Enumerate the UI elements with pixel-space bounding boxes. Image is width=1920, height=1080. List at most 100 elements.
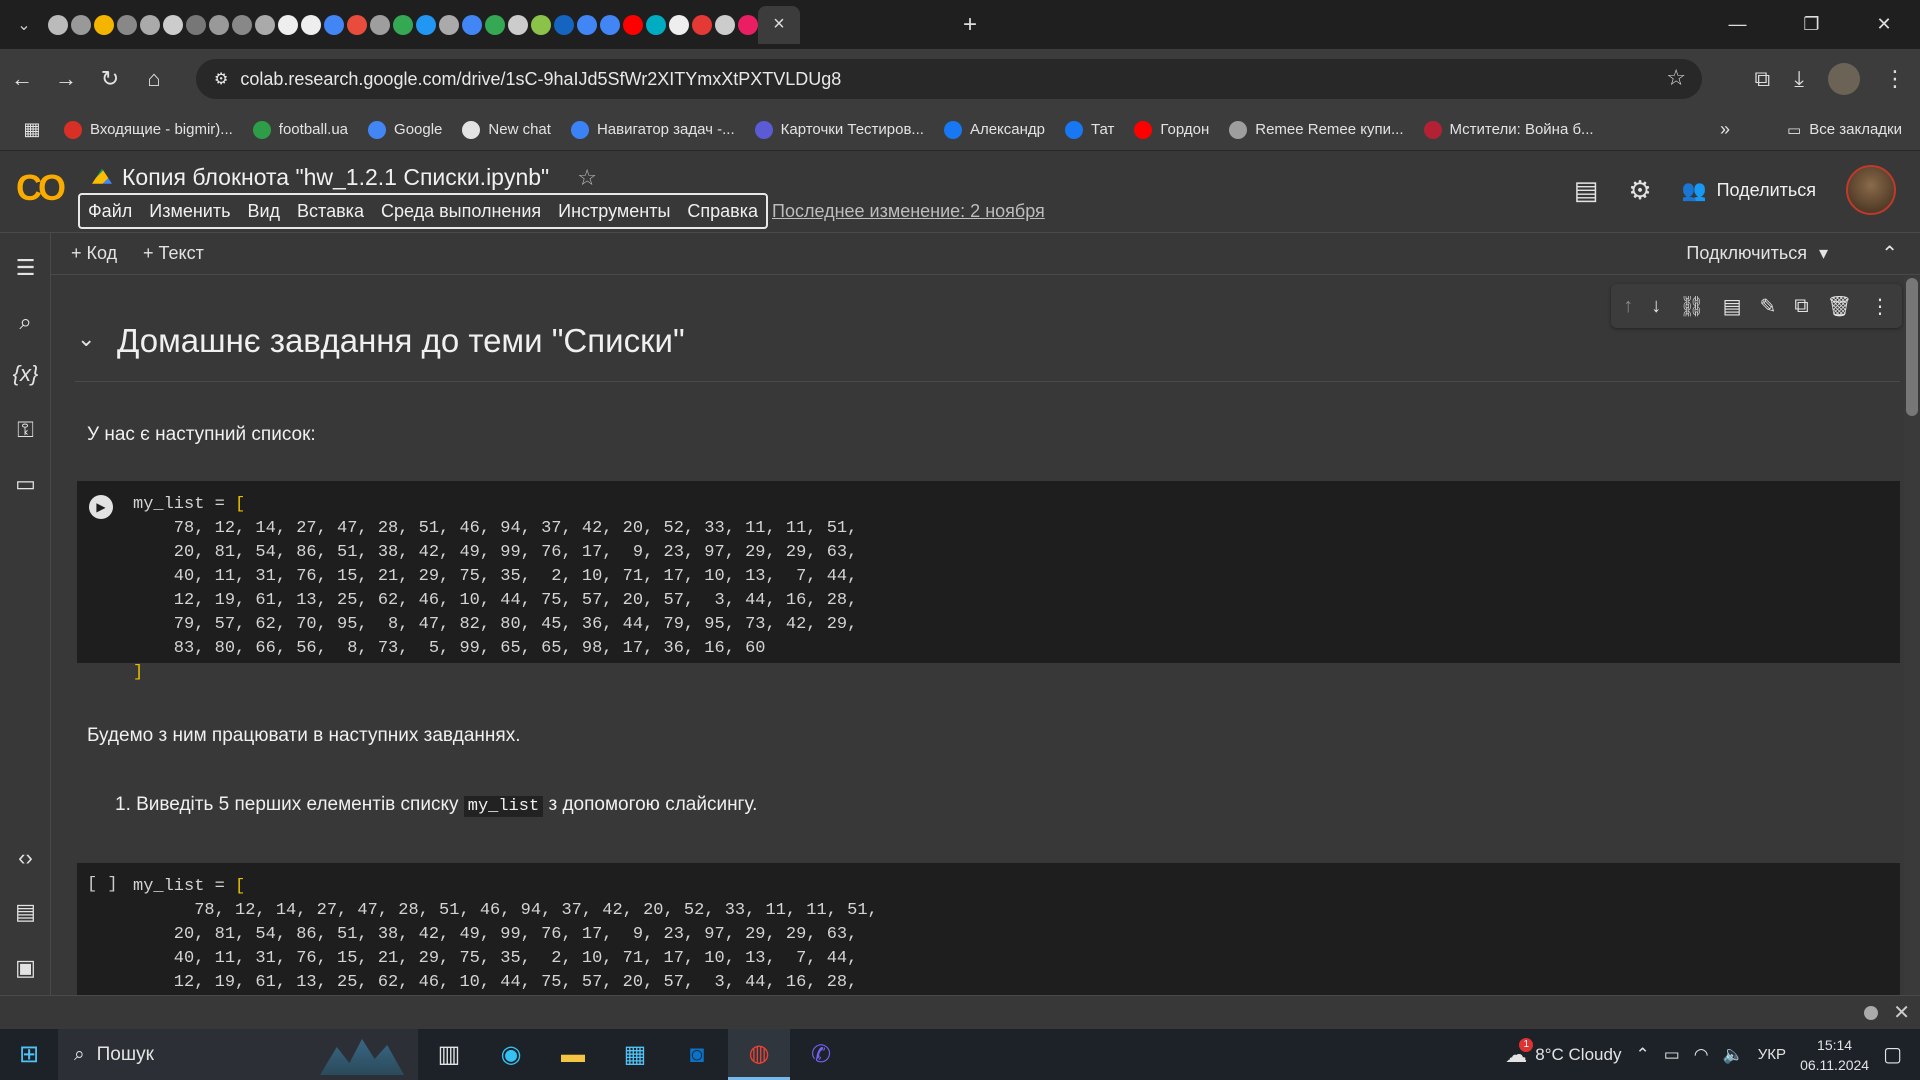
active-tab[interactable]: × bbox=[758, 5, 800, 44]
tray-chevron-icon[interactable]: ⌃ bbox=[1635, 1045, 1649, 1065]
menu-item[interactable]: Среда выполнения bbox=[381, 201, 541, 222]
bookmark-item[interactable]: Гордон bbox=[1134, 120, 1209, 139]
share-button[interactable]: 👥 Поделиться bbox=[1682, 178, 1816, 203]
site-info-icon[interactable]: ⚙ bbox=[214, 69, 228, 89]
command-palette-icon[interactable]: ▤ bbox=[0, 899, 51, 925]
menu-item[interactable]: Вид bbox=[247, 201, 280, 222]
table-of-contents-icon[interactable]: ☰ bbox=[0, 255, 51, 281]
pinned-tab-favicon-icon[interactable] bbox=[646, 14, 666, 35]
volume-icon[interactable]: 🔈 bbox=[1723, 1045, 1744, 1065]
code-cell-2-source[interactable]: my_list = [ 78, 12, 14, 27, 47, 28, 51, … bbox=[133, 875, 878, 995]
clock[interactable]: 15:14 06.11.2024 bbox=[1800, 1035, 1869, 1075]
profile-avatar[interactable] bbox=[1828, 63, 1860, 95]
close-window-icon[interactable]: ✕ bbox=[1876, 14, 1891, 35]
pinned-tab-favicon-icon[interactable] bbox=[94, 14, 114, 35]
code-cell-1[interactable]: ▶ my_list = [ 78, 12, 14, 27, 47, 28, 51… bbox=[77, 481, 1900, 682]
pinned-tab-favicon-icon[interactable] bbox=[209, 14, 229, 35]
pinned-tab-favicon-icon[interactable] bbox=[393, 14, 413, 35]
chrome-icon[interactable]: ◍ bbox=[728, 1029, 790, 1080]
notifications-icon[interactable]: ▢ bbox=[1883, 1042, 1902, 1067]
heading-cell[interactable]: ⌄ Домашнє завдання до теми "Списки" bbox=[75, 308, 1900, 382]
status-dot-icon[interactable] bbox=[1864, 1006, 1878, 1020]
pinned-tab-favicon-icon[interactable] bbox=[186, 14, 206, 35]
pinned-tab-favicon-icon[interactable] bbox=[600, 14, 620, 35]
tab-close-icon[interactable]: × bbox=[773, 13, 785, 36]
battery-icon[interactable]: ▭ bbox=[1664, 1045, 1680, 1065]
collapse-header-icon[interactable]: ⌃ bbox=[1881, 241, 1898, 266]
bookmark-item[interactable]: Мстители: Война б... bbox=[1423, 120, 1594, 139]
bookmark-item[interactable]: Навигатор задач -... bbox=[570, 120, 735, 139]
bookmark-item[interactable]: football.ua bbox=[252, 120, 348, 139]
menu-item[interactable]: Изменить bbox=[149, 201, 230, 222]
colab-logo[interactable]: CO bbox=[16, 167, 66, 209]
menu-item[interactable]: Файл bbox=[88, 201, 132, 222]
viber-icon[interactable]: ✆ bbox=[790, 1029, 852, 1080]
code-cell-1-source[interactable]: my_list = [ 78, 12, 14, 27, 47, 28, 51, … bbox=[133, 493, 857, 685]
pinned-tab-favicon-icon[interactable] bbox=[255, 14, 275, 35]
terminal-icon[interactable]: ▣ bbox=[0, 955, 51, 981]
pinned-tab-favicon-icon[interactable] bbox=[692, 14, 712, 35]
pinned-tab-favicon-icon[interactable] bbox=[416, 14, 436, 35]
account-avatar[interactable] bbox=[1846, 165, 1896, 215]
pinned-tab-favicon-icon[interactable] bbox=[508, 14, 528, 35]
pinned-tab-favicon-icon[interactable] bbox=[577, 14, 597, 35]
pinned-tab-favicon-icon[interactable] bbox=[462, 14, 482, 35]
run-cell-button[interactable]: ▶ bbox=[89, 495, 113, 519]
bookmark-item[interactable]: Remee Remee купи... bbox=[1229, 120, 1404, 139]
secrets-key-icon[interactable]: ⚿ bbox=[0, 417, 51, 443]
bookmark-item[interactable]: Тат bbox=[1065, 120, 1114, 139]
last-modified-link[interactable]: Последнее изменение: 2 ноября bbox=[772, 201, 1045, 222]
bookmark-item[interactable]: New chat bbox=[462, 120, 551, 139]
pinned-tab-favicon-icon[interactable] bbox=[531, 14, 551, 35]
download-icon[interactable]: ⤓ bbox=[1794, 66, 1804, 92]
forward-icon[interactable]: → bbox=[44, 66, 88, 92]
browser-menu-icon[interactable]: ⋮ bbox=[1884, 66, 1906, 92]
windows-start-icon[interactable]: ⊞ bbox=[0, 1040, 58, 1069]
google-drive-icon[interactable] bbox=[92, 168, 112, 184]
language-indicator[interactable]: УКР bbox=[1758, 1046, 1786, 1063]
home-icon[interactable]: ⌂ bbox=[132, 66, 176, 92]
menu-item[interactable]: Вставка bbox=[297, 201, 364, 222]
pinned-tab-favicon-icon[interactable] bbox=[163, 14, 183, 35]
menu-item[interactable]: Справка bbox=[687, 201, 758, 222]
add-text-button[interactable]: + Текст bbox=[143, 243, 204, 264]
pinned-tab-favicon-icon[interactable] bbox=[278, 14, 298, 35]
star-icon[interactable]: ☆ bbox=[577, 165, 597, 191]
notebook-title[interactable]: Копия блокнота "hw_1.2.1 Списки.ipynb" bbox=[122, 164, 549, 191]
variables-icon[interactable]: {x} bbox=[0, 361, 51, 387]
settings-gear-icon[interactable]: ⚙ bbox=[1628, 175, 1651, 206]
microsoft-store-icon[interactable]: ▦ bbox=[604, 1029, 666, 1080]
pinned-tab-favicon-icon[interactable] bbox=[370, 14, 390, 35]
pinned-tab-favicon-icon[interactable] bbox=[738, 14, 758, 35]
code-snippets-icon[interactable]: ‹› bbox=[0, 845, 51, 871]
extensions-icon[interactable]: ⧉ bbox=[1755, 66, 1771, 92]
task-view-icon[interactable]: ▥ bbox=[418, 1029, 480, 1080]
section-collapse-chevron-icon[interactable]: ⌄ bbox=[77, 326, 95, 352]
apps-grid-icon[interactable]: ▦ bbox=[0, 119, 64, 140]
menu-item[interactable]: Инструменты bbox=[558, 201, 670, 222]
new-tab-button[interactable]: + bbox=[950, 11, 990, 39]
pinned-tab-favicon-icon[interactable] bbox=[485, 14, 505, 35]
connect-button[interactable]: Подключиться ▾ bbox=[1686, 243, 1828, 264]
add-code-button[interactable]: + Код bbox=[71, 243, 117, 264]
search-icon[interactable]: ⌕ bbox=[0, 309, 51, 335]
pinned-tab-favicon-icon[interactable] bbox=[439, 14, 459, 35]
bookmark-star-icon[interactable]: ☆ bbox=[1666, 65, 1686, 91]
pinned-tab-favicon-icon[interactable] bbox=[347, 14, 367, 35]
all-bookmarks[interactable]: ▭ Все закладки bbox=[1787, 121, 1902, 139]
cell-execution-prompt[interactable]: [ ] bbox=[87, 875, 118, 894]
comments-icon[interactable]: ▤ bbox=[1574, 175, 1599, 206]
pinned-tab-favicon-icon[interactable] bbox=[715, 14, 735, 35]
bookmark-item[interactable]: Входящие - bigmir)... bbox=[64, 120, 233, 139]
pinned-tab-favicon-icon[interactable] bbox=[232, 14, 252, 35]
pinned-tab-favicon-icon[interactable] bbox=[117, 14, 137, 35]
bookmark-item[interactable]: Карточки Тестиров... bbox=[754, 120, 924, 139]
files-folder-icon[interactable]: ▭ bbox=[0, 471, 51, 497]
pinned-tab-favicon-icon[interactable] bbox=[71, 14, 91, 35]
code-cell-2[interactable]: [ ] my_list = [ 78, 12, 14, 27, 47, 28, … bbox=[77, 863, 1900, 995]
url-text[interactable]: colab.research.google.com/drive/1sC-9haI… bbox=[240, 69, 841, 90]
outlook-icon[interactable]: ◙ bbox=[666, 1029, 728, 1080]
bookmark-item[interactable]: Александр bbox=[943, 120, 1045, 139]
bookmarks-overflow-icon[interactable]: » bbox=[1720, 119, 1730, 140]
minimize-icon[interactable]: — bbox=[1728, 14, 1746, 35]
